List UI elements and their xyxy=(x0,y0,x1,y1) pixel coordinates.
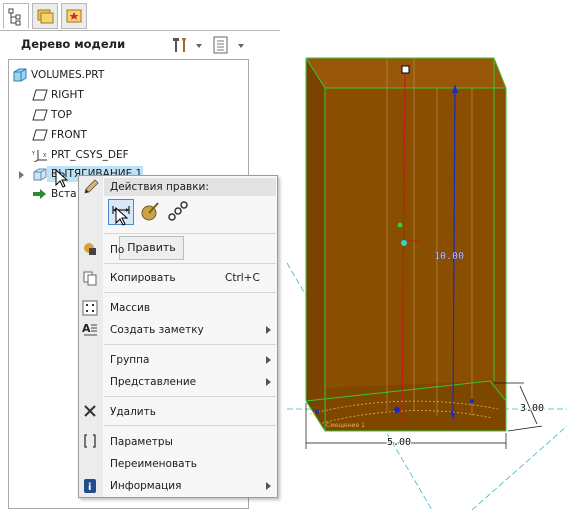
submenu-arrow-icon xyxy=(266,482,271,490)
coordinate-system-icon: Y X xyxy=(32,150,47,162)
svg-text:Y: Y xyxy=(32,151,36,157)
annotation-icon: A xyxy=(82,322,97,336)
sketch-point xyxy=(401,240,407,246)
copy-shortcut: Ctrl+C xyxy=(225,272,260,284)
menu-item-delete[interactable]: Удалить xyxy=(110,403,156,421)
info-icon: i xyxy=(84,479,96,493)
dimension-width-value: 5.00 xyxy=(387,437,411,448)
dimension-depth-value: 3.00 xyxy=(520,403,544,414)
menu-separator xyxy=(104,425,276,426)
tree-item-label: FRONT xyxy=(51,129,87,141)
submenu-arrow-icon xyxy=(266,378,271,386)
settings-tools-icon[interactable] xyxy=(173,38,186,52)
menu-item-po[interactable]: По xyxy=(110,241,124,259)
sketch-label: Смещение 1 xyxy=(326,422,365,429)
edit-references-icon[interactable] xyxy=(166,199,190,223)
datum-plane-icon xyxy=(32,109,48,121)
mouse-cursor-icon xyxy=(55,169,69,188)
menu-item-parameters[interactable]: Параметры xyxy=(110,433,173,451)
tree-item-top[interactable]: TOP xyxy=(32,106,72,124)
menu-separator xyxy=(104,396,276,397)
menu-item-create-note[interactable]: Создать заметку xyxy=(110,321,204,339)
tree-item-label: TOP xyxy=(51,109,73,121)
sketch-point xyxy=(397,222,403,228)
tab-folder-browser[interactable] xyxy=(32,3,58,29)
show-options-icon[interactable] xyxy=(213,36,228,54)
mouse-cursor-icon xyxy=(115,207,129,226)
insert-arrow-icon xyxy=(33,189,46,199)
datum-plane-icon xyxy=(32,89,48,101)
edit-actions-label: Действия правки: xyxy=(110,181,209,193)
graphics-viewport[interactable]: 10.00 Смещение 1 5.00 3.00 xyxy=(262,31,567,510)
tab-favorites[interactable] xyxy=(61,3,87,29)
submenu-arrow-icon xyxy=(266,356,271,364)
edit-feature-icon[interactable] xyxy=(138,199,162,223)
tree-item-label: Вста xyxy=(51,188,77,200)
extrude-icon xyxy=(33,168,47,181)
tree-item-label: RIGHT xyxy=(51,89,84,101)
menu-item-info[interactable]: Информация xyxy=(110,477,181,495)
menu-separator xyxy=(104,233,276,234)
folder-browser-icon xyxy=(37,9,54,24)
tree-item-right[interactable]: RIGHT xyxy=(32,86,84,104)
show-dropdown-icon[interactable] xyxy=(238,44,244,48)
expand-arrow-icon[interactable] xyxy=(18,170,26,180)
model-tree-icon xyxy=(8,8,21,26)
navigator-tabbar xyxy=(0,0,280,31)
menu-separator xyxy=(104,263,276,264)
drag-handle[interactable] xyxy=(401,65,410,74)
tree-toolbar xyxy=(173,36,244,54)
menu-item-array[interactable]: Массив xyxy=(110,299,150,317)
settings-dropdown-icon[interactable] xyxy=(196,44,202,48)
delete-icon xyxy=(84,405,96,417)
copy-icon xyxy=(83,271,97,286)
datum-axis xyxy=(471,425,567,510)
menu-item-group[interactable]: Группа xyxy=(110,351,149,369)
dimension-height-value: 10.00 xyxy=(434,251,464,262)
svg-text:A: A xyxy=(82,322,91,335)
pencil-icon xyxy=(84,179,99,194)
tooltip: Править xyxy=(119,236,184,260)
menu-separator xyxy=(104,292,276,293)
svg-text:i: i xyxy=(88,482,91,493)
tree-item-front[interactable]: FRONT xyxy=(32,126,87,144)
tree-item-csys[interactable]: Y X PRT_CSYS_DEF xyxy=(32,146,129,164)
tab-model-tree[interactable] xyxy=(3,3,29,29)
parameters-icon xyxy=(84,434,96,448)
tree-item-label: PRT_CSYS_DEF xyxy=(51,149,129,161)
submenu-arrow-icon xyxy=(266,326,271,334)
menu-item-rename[interactable]: Переименовать xyxy=(110,455,197,473)
part-icon xyxy=(13,68,27,82)
menu-item-copy[interactable]: Копировать xyxy=(110,269,176,287)
datum-plane-icon xyxy=(32,129,48,141)
tree-item-label: VOLUMES.PRT xyxy=(31,69,105,81)
menu-separator xyxy=(104,344,276,345)
menu-item-view[interactable]: Представление xyxy=(110,373,196,391)
model-tree-title: Дерево модели xyxy=(21,37,126,51)
tree-item-part[interactable]: VOLUMES.PRT xyxy=(12,66,104,84)
appearance-icon xyxy=(84,243,96,255)
favorites-icon xyxy=(66,9,82,23)
svg-text:X: X xyxy=(43,153,47,159)
pattern-icon xyxy=(82,300,98,316)
